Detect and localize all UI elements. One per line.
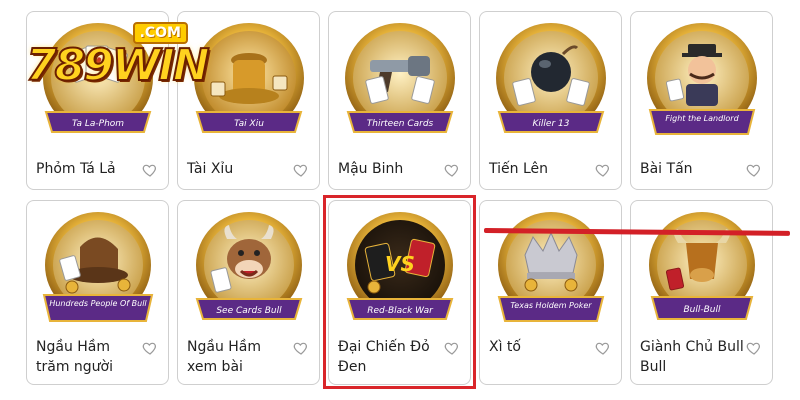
game-art-gianh-chu-bull-bull: Bull-Bull: [648, 212, 755, 320]
game-art-ngau-ham-xem-bai: See Cards Bull: [195, 212, 302, 320]
heart-icon[interactable]: [293, 340, 309, 356]
game-name-bai-tan[interactable]: Bài Tấn: [640, 159, 744, 189]
game-name-dai-chien-do-den[interactable]: Đại Chiến Đỏ Đen: [338, 337, 442, 384]
game-banner-dai-chien-do-den: Red-Black War: [367, 306, 434, 316]
heart-icon[interactable]: [746, 162, 762, 178]
game-name-ngau-ham-tram-nguoi[interactable]: Ngầu Hầm trăm người: [36, 337, 140, 384]
game-name-xi-to[interactable]: Xì tố: [489, 337, 593, 384]
logo-brand-text: 789WIN: [25, 39, 211, 92]
brand-logo: .COM 789WIN: [25, 22, 211, 94]
game-name-tai-xiu[interactable]: Tài Xỉu: [187, 159, 291, 189]
game-banner-tien-len: Killer 13: [532, 119, 569, 129]
game-art-dai-chien-do-den: VS Red-Black War: [346, 212, 453, 320]
game-card-dai-chien-do-den[interactable]: VS Red-Black War Đại Chiến Đỏ Đen: [328, 200, 471, 385]
heart-icon[interactable]: [595, 340, 611, 356]
heart-icon[interactable]: [142, 340, 158, 356]
heart-icon[interactable]: [293, 162, 309, 178]
heart-icon[interactable]: [142, 162, 158, 178]
heart-icon[interactable]: [444, 340, 460, 356]
svg-text:VS: VS: [385, 252, 415, 276]
game-name-phom[interactable]: Phỏm Tá Lả: [36, 159, 140, 189]
game-card-ngau-ham-tram-nguoi[interactable]: Hundreds People Of Bull Ngầu Hầm trăm ng…: [26, 200, 169, 385]
game-banner-ngau-ham-xem-bai: See Cards Bull: [216, 306, 282, 316]
game-art-ngau-ham-tram-nguoi: Hundreds People Of Bull: [42, 212, 153, 322]
game-banner-bai-tan: Fight the Landlord: [665, 114, 739, 123]
game-card-bai-tan[interactable]: Fight the Landlord Bài Tấn: [630, 11, 773, 190]
game-name-mau-binh[interactable]: Mậu Binh: [338, 159, 442, 189]
game-name-ngau-ham-xem-bai[interactable]: Ngầu Hầm xem bài: [187, 337, 291, 384]
game-name-gianh-chu-bull-bull[interactable]: Giành Chủ Bull Bull: [640, 337, 744, 384]
game-art-bai-tan: Fight the Landlord: [646, 23, 757, 135]
game-banner-mau-binh: Thirteen Cards: [366, 119, 433, 129]
game-banner-ngau-ham-tram-nguoi: Hundreds People Of Bull: [49, 299, 147, 308]
heart-icon[interactable]: [595, 162, 611, 178]
game-banner-phom: Ta La-Phom: [71, 119, 123, 129]
game-name-tien-len[interactable]: Tiến Lên: [489, 159, 593, 189]
game-banner-gianh-chu-bull-bull: Bull-Bull: [683, 305, 721, 315]
game-card-ngau-ham-xem-bai[interactable]: See Cards Bull Ngầu Hầm xem bài: [177, 200, 320, 385]
game-card-gianh-chu-bull-bull[interactable]: Bull-Bull Giành Chủ Bull Bull: [630, 200, 773, 385]
heart-icon[interactable]: [746, 340, 762, 356]
game-art-tien-len: Killer 13: [495, 23, 606, 133]
game-card-tai-xiu[interactable]: Tai Xiu Tài Xỉu: [177, 11, 320, 190]
game-art-mau-binh: Thirteen Cards: [344, 23, 455, 133]
game-banner-xi-to: Texas Holdem Poker: [510, 301, 592, 310]
game-card-mau-binh[interactable]: Thirteen Cards Mậu Binh: [328, 11, 471, 190]
game-banner-tai-xiu: Tai Xiu: [234, 119, 264, 129]
heart-icon[interactable]: [444, 162, 460, 178]
game-card-tien-len[interactable]: Killer 13 Tiến Lên: [479, 11, 622, 190]
